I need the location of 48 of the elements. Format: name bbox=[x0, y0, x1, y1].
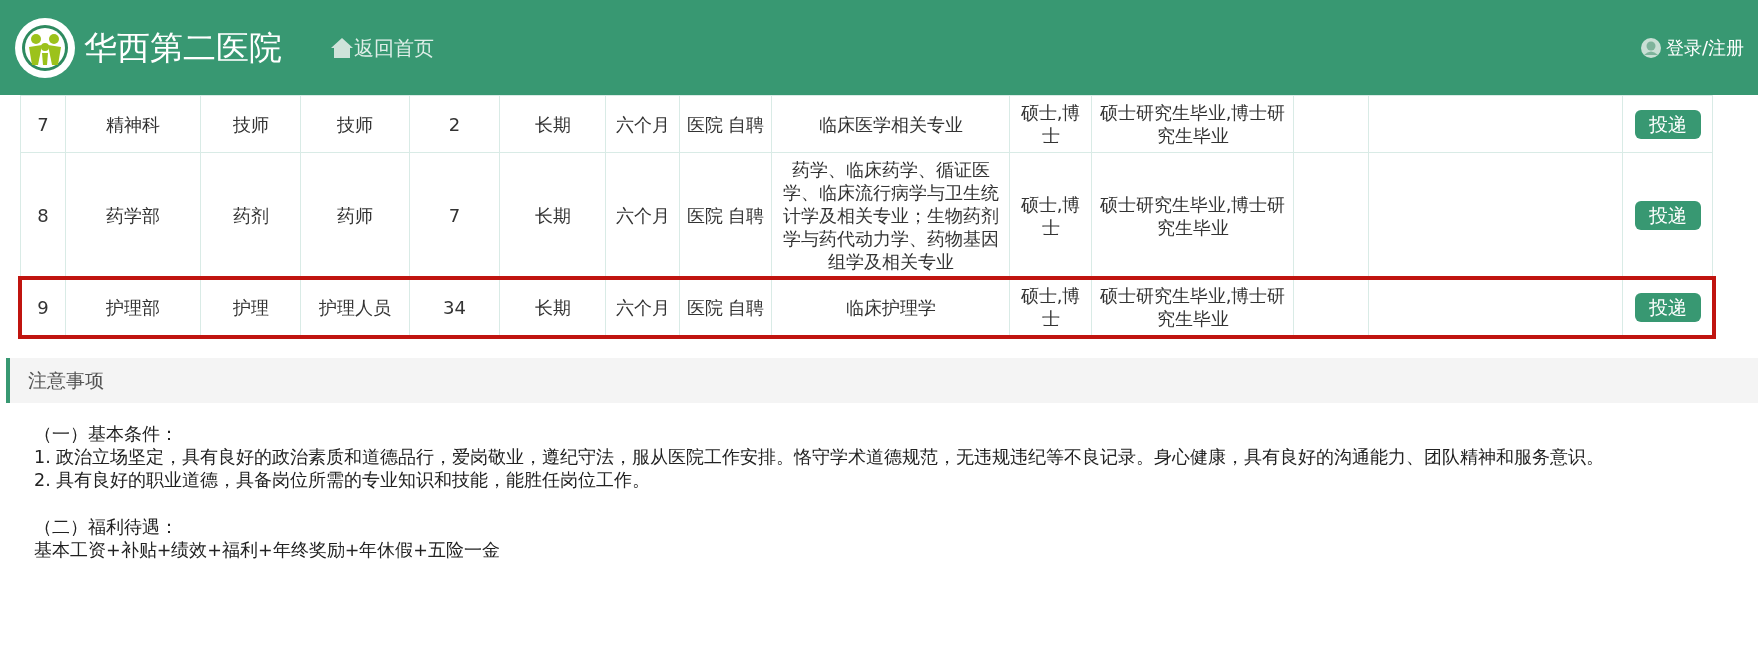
table-cell-text: 长期 bbox=[534, 296, 571, 318]
table-cell-text: 医院 自聘 bbox=[686, 205, 765, 226]
table-cell-text: 护理人员 bbox=[319, 296, 391, 318]
table-cell-text: 2 bbox=[448, 113, 461, 135]
table-cell-text: 药剂 bbox=[232, 205, 269, 226]
home-icon bbox=[330, 36, 354, 59]
table-cell-text: 精神科 bbox=[106, 113, 160, 135]
table-cell-text: 药学部 bbox=[106, 205, 160, 226]
table-cell-text: 硕士研究生毕业,博士研究生毕业 bbox=[1099, 285, 1286, 329]
table-cell-text: 硕士,博士 bbox=[1020, 193, 1081, 238]
table-cell-text: 长期 bbox=[534, 205, 571, 226]
section-heading: 注意事项 bbox=[6, 358, 1758, 403]
login-link[interactable]: 登录/注册 bbox=[1639, 34, 1744, 61]
hospital-logo bbox=[14, 16, 76, 79]
hospital-name: 华西第二医院 bbox=[84, 26, 282, 69]
table-cell-text: 硕士,博士 bbox=[1020, 285, 1081, 329]
table-cell-text: 护理 bbox=[232, 296, 269, 318]
apply-button[interactable]: 投递 bbox=[1634, 292, 1701, 322]
table-cell-text: 临床医学相关专业 bbox=[818, 113, 963, 135]
table-cell-text: 7 bbox=[37, 113, 49, 135]
notice-text: 基本工资+补贴+绩效+福利+年终奖励+年休假+五险一金 bbox=[34, 538, 501, 562]
table-cell-text: 硕士研究生毕业,博士研究生毕业 bbox=[1099, 193, 1286, 238]
table-cell-text: 8 bbox=[37, 205, 49, 226]
user-icon bbox=[1639, 36, 1662, 59]
table-cell-text: 长期 bbox=[534, 113, 571, 135]
notice-text: （二）福利待遇： bbox=[34, 515, 179, 539]
table-cell-text: 9 bbox=[37, 296, 49, 318]
table-cell-text: 医院 自聘 bbox=[686, 113, 765, 135]
table-cell-text: 护理部 bbox=[106, 296, 160, 318]
apply-button[interactable]: 投递 bbox=[1634, 201, 1701, 230]
table-cell-text: 药师 bbox=[337, 205, 373, 226]
table-cell-text: 硕士,博士 bbox=[1020, 102, 1081, 146]
apply-button[interactable]: 投递 bbox=[1634, 109, 1701, 139]
table-cell-text: 技师 bbox=[232, 113, 269, 135]
table-cell-text: 技师 bbox=[337, 113, 373, 135]
table-cell-text: 硕士研究生毕业,博士研究生毕业 bbox=[1099, 102, 1286, 146]
table-cell-text: 六个月 bbox=[615, 205, 670, 226]
notice-text: 2. 具有良好的职业道德，具备岗位所需的专业知识和技能，能胜任岗位工作。 bbox=[34, 468, 652, 492]
table-cell-text: 药学、临床药学、循证医学、临床流行病学与卫生统计学及相关专业；生物药剂学与药代动力学、药物基因组学及相关专业 bbox=[782, 159, 999, 272]
table-cell-text: 7 bbox=[448, 205, 461, 226]
table-cell-text: 六个月 bbox=[615, 296, 670, 318]
table-cell-text: 六个月 bbox=[615, 113, 670, 135]
notice-text: （一）基本条件： bbox=[34, 422, 179, 446]
home-link[interactable]: 返回首页 bbox=[330, 32, 434, 63]
notice-text: 1. 政治立场坚定，具有良好的政治素质和道德品行，爱岗敬业，遵纪守法，服从医院工作安排。恪守学术道德规范，无违规违纪等不良记录。身心健康，具有良好的沟通能力、团队精神和服务意识。 bbox=[34, 445, 1606, 469]
table-cell-text: 34 bbox=[443, 296, 466, 318]
table-cell-text: 医院 自聘 bbox=[686, 296, 765, 318]
table-cell-text: 临床护理学 bbox=[845, 296, 936, 318]
